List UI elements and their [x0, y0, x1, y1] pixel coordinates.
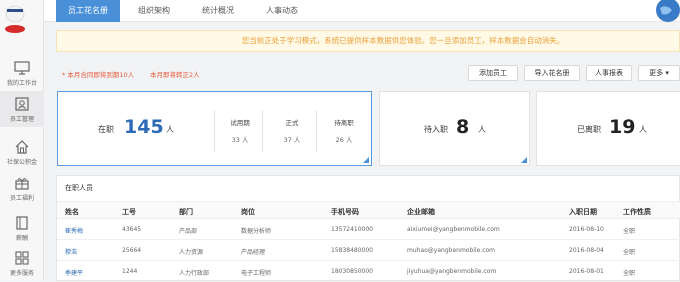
sidebar-item-label: 薪酬 [15, 235, 28, 242]
active-employees-card[interactable]: 在职 145 人 试用期 33 人 正式 37 人 待离职 26 人 [57, 91, 372, 166]
pending-leave-label: 待离职 [334, 119, 354, 127]
column-header[interactable]: 工作性质 [623, 207, 651, 217]
top-tab-bar: 员工花名册 组织架构 统计概况 人事动态 [44, 0, 680, 22]
sidebar-item-label: 我的工作台 [6, 80, 37, 87]
department: 人力行政部 [179, 270, 210, 277]
more-dropdown-button[interactable]: 更多 ▾ [638, 65, 680, 81]
card-corner-indicator [521, 157, 527, 163]
employee-table-panel: 在职人员 姓名 工号 部门 岗位 手机号码 企业邮箱 入职日期 工作性质 崔秀梅… [56, 175, 680, 282]
sidebar-item-benefits[interactable]: 员工福利 [0, 170, 44, 206]
add-employee-button[interactable]: 添加员工 [468, 65, 518, 81]
table-row[interactable]: 崔秀梅 43645 产品部 数据分析师 13572410000 aixiumei… [57, 219, 680, 240]
more-button-label: 更多 [649, 69, 664, 77]
pending-count: 8 [456, 116, 470, 138]
pending-leave-value: 26 人 [335, 136, 353, 144]
tab-org-structure[interactable]: 组织架构 [126, 0, 182, 22]
column-header[interactable]: 工号 [122, 207, 136, 217]
user-avatar[interactable] [4, 4, 26, 34]
sidebar-item-social-insurance[interactable]: 社保公积金 [0, 134, 44, 170]
table-row[interactable]: 穆浩 25664 人力资源 产品经理 15838480000 muhao@yan… [57, 240, 680, 261]
email: aixiumei@yangbenmobile.com [407, 226, 500, 233]
card-unit: 人 [478, 125, 486, 134]
email: muhao@yangbenmobile.com [407, 247, 496, 254]
employee-id: 1244 [122, 268, 138, 275]
departed-card[interactable]: 已离职 19 人 [536, 91, 680, 166]
tab-statistics[interactable]: 统计概况 [190, 0, 246, 22]
employee-name-link[interactable]: 季建平 [65, 268, 83, 277]
work-type: 全职 [623, 228, 636, 235]
employee-id: 43645 [122, 226, 142, 233]
column-header[interactable]: 手机号码 [331, 207, 359, 217]
table-header: 姓名 工号 部门 岗位 手机号码 企业邮箱 入职日期 工作性质 [57, 201, 680, 219]
email: jiyuhua@yangbenmobile.com [407, 268, 497, 275]
departed-count: 19 [609, 116, 636, 138]
divider [262, 110, 263, 152]
card-label: 已离职 [577, 125, 601, 134]
position: 数据分析师 [241, 228, 272, 235]
divider [316, 110, 317, 152]
regular-label: 正式 [285, 119, 299, 127]
department: 产品部 [179, 228, 198, 235]
card-unit: 人 [639, 125, 647, 134]
monitor-icon [14, 61, 30, 75]
tab-roster[interactable]: 员工花名册 [56, 0, 120, 22]
globe-icon[interactable] [650, 0, 680, 24]
phone: 18030850000 [331, 268, 373, 275]
probation-end-reminder[interactable]: 本月即将转正2人 [150, 69, 200, 79]
card-corner-indicator [363, 157, 369, 163]
contract-expiry-reminder[interactable]: * 本月合同即将到期10人 [62, 69, 134, 79]
hire-date: 2016-08-04 [569, 247, 604, 254]
work-type: 全职 [623, 270, 636, 277]
card-label: 待入职 [424, 125, 448, 134]
sidebar-item-more-services[interactable]: 更多服务 [0, 245, 44, 281]
hire-date: 2016-08-01 [569, 268, 604, 275]
tab-hr-updates[interactable]: 人事动态 [254, 0, 310, 22]
sidebar-item-label: 员工管理 [9, 116, 34, 123]
grid-icon [15, 251, 29, 265]
learning-mode-notice: 您当前正处于学习模式，系统已提供样本数据供您体验。您一旦添加员工，样本数据会自动… [56, 30, 680, 52]
table-title: 在职人员 [65, 184, 93, 192]
phone: 15838480000 [331, 247, 373, 254]
work-type: 全职 [623, 249, 636, 256]
divider [214, 110, 215, 152]
column-header[interactable]: 入职日期 [569, 207, 597, 217]
gift-icon [15, 178, 29, 190]
phone: 13572410000 [331, 226, 373, 233]
active-count: 145 [124, 116, 164, 138]
hire-date: 2016-08-10 [569, 226, 604, 233]
probation-label: 试用期 [230, 119, 250, 127]
column-header[interactable]: 部门 [179, 207, 193, 217]
column-header[interactable]: 企业邮箱 [407, 207, 435, 217]
sidebar-item-employees[interactable]: 员工管理 [0, 91, 44, 127]
id-card-icon [15, 97, 29, 111]
sidebar-item-label: 社保公积金 [6, 159, 37, 166]
sidebar-item-workbench[interactable]: 我的工作台 [0, 55, 44, 91]
import-roster-button[interactable]: 导入花名册 [524, 65, 580, 81]
position: 产品经理 [241, 249, 266, 256]
sidebar-item-label: 员工福利 [9, 195, 34, 202]
book-icon [16, 216, 28, 230]
column-header[interactable]: 岗位 [241, 207, 255, 217]
table-row[interactable]: 季建平 1244 人力行政部 电子工程师 18030850000 jiyuhua… [57, 261, 680, 282]
column-header[interactable]: 姓名 [65, 207, 79, 217]
regular-value: 37 人 [283, 136, 301, 144]
pending-onboarding-card[interactable]: 待入职 8 人 [379, 91, 530, 166]
employee-id: 25664 [122, 247, 142, 254]
employee-name-link[interactable]: 穆浩 [65, 247, 77, 256]
probation-value: 33 人 [231, 136, 249, 144]
hr-report-button[interactable]: 人事报表 [586, 65, 632, 81]
house-icon [15, 140, 29, 154]
employee-name-link[interactable]: 崔秀梅 [65, 226, 83, 235]
position: 电子工程师 [241, 270, 272, 277]
card-label: 在职 [98, 125, 114, 134]
sidebar-item-label: 更多服务 [9, 270, 34, 277]
caret-down-icon: ▾ [665, 69, 669, 77]
card-unit: 人 [166, 125, 174, 134]
sidebar-item-payroll[interactable]: 薪酬 [0, 210, 44, 246]
sidebar: 我的工作台 员工管理 社保公积金 员工福利 薪酬 更多服务 [0, 0, 44, 281]
department: 人力资源 [179, 249, 204, 256]
